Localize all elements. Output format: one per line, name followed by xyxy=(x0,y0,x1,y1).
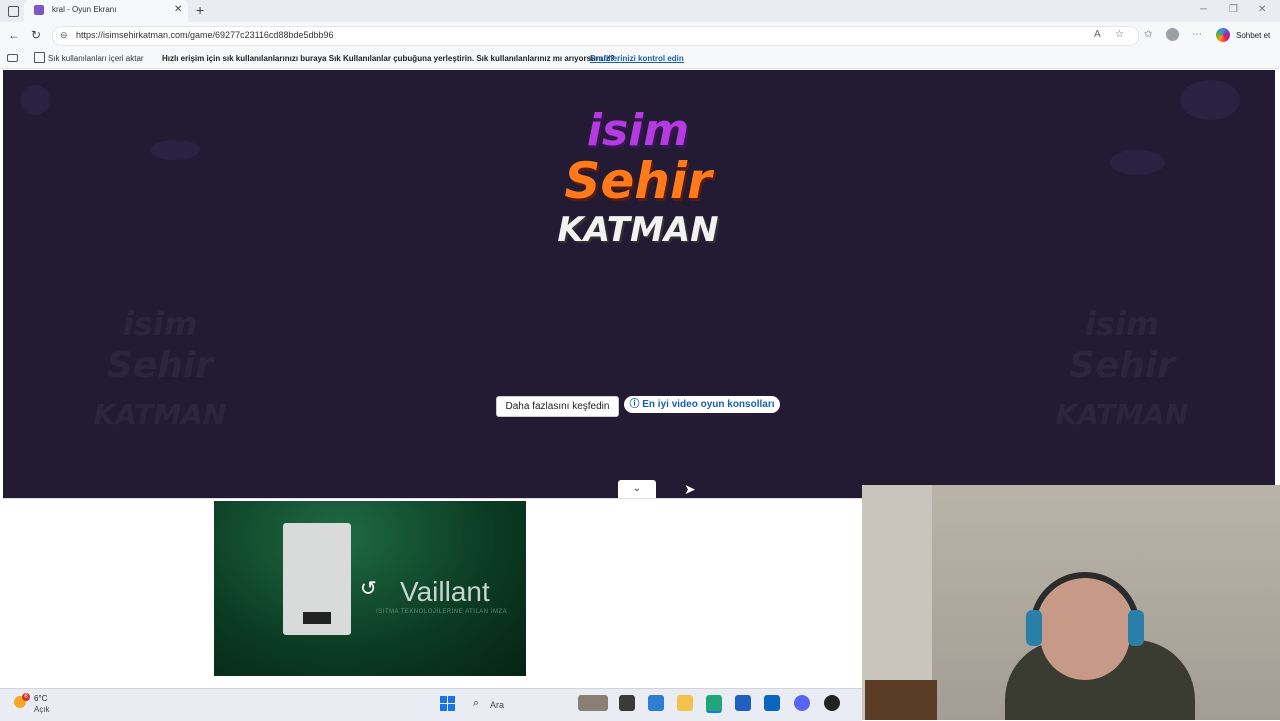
chevron-down-icon: ⌄ xyxy=(632,483,642,494)
new-tab-icon[interactable]: + xyxy=(196,2,204,18)
start-button[interactable] xyxy=(440,696,456,712)
more-menu-icon[interactable]: ⋯ xyxy=(1192,29,1202,40)
ghost-logo-right-line2: Sehir xyxy=(1068,345,1176,386)
refresh-icon[interactable]: ↻ xyxy=(31,28,41,42)
ad-brand-logo: Vaillant xyxy=(400,576,490,607)
ghost-logo-right-line3: KATMAN xyxy=(1055,398,1189,431)
favorites-message: Hızlı erişim için sık kullanılanlarınızı… xyxy=(162,54,615,63)
tab-bar xyxy=(0,0,1280,22)
discord-icon[interactable] xyxy=(794,695,810,711)
explore-more-button[interactable]: Daha fazlasını keşfedin xyxy=(496,396,619,417)
site-info-icon[interactable]: ⊖ xyxy=(60,30,68,41)
mouse-cursor-icon: ➤ xyxy=(684,481,696,497)
game-logo-line2: Sehir xyxy=(564,152,712,210)
profile-avatar[interactable] xyxy=(1166,28,1179,41)
import-icon xyxy=(34,52,45,63)
url-text[interactable]: https://isimsehirkatman.com/game/69277c2… xyxy=(76,30,334,40)
search-icon[interactable]: ⌕ xyxy=(473,697,479,710)
app-icon[interactable] xyxy=(824,695,840,711)
info-icon: ⓘ xyxy=(629,399,643,410)
tab-favicon-icon xyxy=(34,5,44,15)
copilot-chat-button[interactable]: Sohbet et xyxy=(1236,31,1270,40)
taskbar-widget-image[interactable] xyxy=(578,695,608,711)
webcam-chair xyxy=(865,680,937,720)
back-icon[interactable]: ← xyxy=(8,28,20,42)
weather-badge: 6 xyxy=(22,693,30,701)
copilot-icon[interactable] xyxy=(1216,28,1230,42)
favorites-icon[interactable]: ✩ xyxy=(1144,29,1152,40)
weather-temperature[interactable]: 6°C xyxy=(34,694,47,703)
tab-title: kral - Oyun Ekranı xyxy=(52,5,117,14)
ad-boiler-display xyxy=(303,612,331,624)
sidebar-toggle-icon[interactable] xyxy=(8,6,19,17)
tab-close-icon[interactable]: ✕ xyxy=(174,4,182,15)
headset-earcup-left xyxy=(1026,610,1042,646)
replay-icon[interactable]: ↺ xyxy=(360,576,377,601)
weather-description[interactable]: Açık xyxy=(34,705,50,714)
background-pattern xyxy=(1180,80,1240,120)
favorite-star-icon[interactable]: ☆ xyxy=(1115,29,1124,40)
sidebar-icon[interactable] xyxy=(7,54,18,62)
edge-browser-icon[interactable] xyxy=(706,695,722,713)
ghost-logo-left-line1: isim xyxy=(122,305,198,343)
consoles-label: En iyi video oyun konsolları xyxy=(642,399,775,410)
background-pattern xyxy=(1110,150,1165,175)
taskbar xyxy=(0,688,862,721)
check-profiles-link[interactable]: Profillerinizi kontrol edin xyxy=(590,54,684,63)
import-favorites-button[interactable]: Sık kullanılanları içeri aktar xyxy=(48,54,144,63)
ad-tagline: ISITMA TEKNOLOJİLERİNE ATILAN İMZA xyxy=(376,609,508,615)
headset-earcup-right xyxy=(1128,610,1144,646)
minimize-icon[interactable]: ─ xyxy=(1200,4,1207,15)
task-view-icon[interactable] xyxy=(619,695,635,711)
collapse-ad-button[interactable]: ⌄ xyxy=(618,480,656,498)
background-pattern xyxy=(20,85,50,115)
close-window-icon[interactable]: ✕ xyxy=(1258,4,1266,15)
ghost-logo-left-line2: Sehir xyxy=(106,345,214,386)
taskbar-search-input[interactable]: Ara xyxy=(490,700,504,710)
video-game-consoles-button[interactable]: ⓘ En iyi video oyun konsolları xyxy=(624,396,780,413)
outlook-icon[interactable] xyxy=(764,695,780,711)
store-icon[interactable] xyxy=(735,695,751,711)
file-explorer-icon[interactable] xyxy=(677,695,693,711)
background-pattern xyxy=(150,140,200,160)
restore-icon[interactable]: ❐ xyxy=(1229,4,1238,15)
game-logo-line1: isim xyxy=(586,105,690,156)
app-icon[interactable] xyxy=(648,695,664,711)
read-aloud-icon[interactable]: A xyxy=(1094,29,1101,40)
ghost-logo-left-line3: KATMAN xyxy=(93,398,227,431)
game-logo-line3: KATMAN xyxy=(557,210,719,250)
ghost-logo-right-line1: isim xyxy=(1084,305,1160,343)
